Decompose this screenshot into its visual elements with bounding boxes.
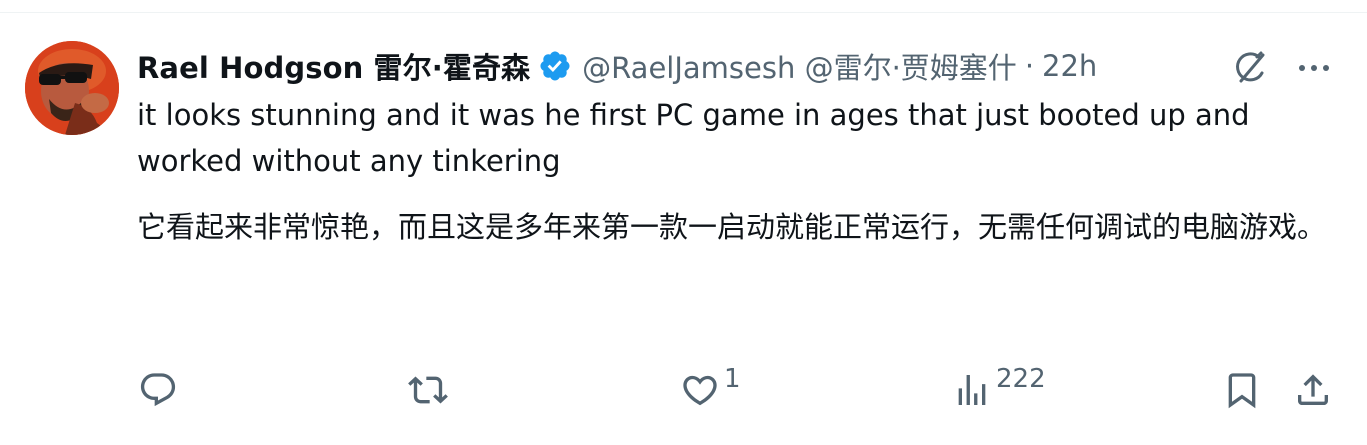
retweet-button[interactable] — [408, 370, 452, 410]
share-button[interactable] — [1293, 370, 1333, 410]
handle[interactable]: @RaelJamsesh @雷尔·贾姆塞什 — [582, 45, 1017, 87]
grok-icon[interactable] — [1229, 46, 1273, 90]
verified-badge-icon — [538, 49, 572, 83]
tweet-text-chinese: 它看起来非常惊艳，而且这是多年来第一款一启动就能正常运行，无需任何调试的电脑游戏… — [137, 210, 1327, 244]
avatar[interactable] — [25, 41, 119, 135]
like-count: 1 — [724, 364, 741, 394]
reply-button[interactable] — [138, 370, 182, 410]
bookmark-icon — [1228, 373, 1256, 409]
avatar-image — [25, 41, 119, 135]
top-divider — [0, 12, 1367, 13]
reply-icon — [140, 373, 176, 407]
tweet-text-english: it looks stunning and it was he first PC… — [137, 98, 1250, 178]
separator-dot: · — [1024, 49, 1035, 83]
bookmark-button[interactable] — [1222, 370, 1262, 410]
views-count: 222 — [996, 364, 1046, 394]
timestamp[interactable]: 22h — [1042, 49, 1097, 83]
action-bar: 1 222 — [0, 362, 1367, 422]
like-button[interactable]: 1 — [680, 364, 741, 410]
views-icon — [958, 375, 986, 405]
tweet-header: Rael Hodgson 雷尔·霍奇森 @RaelJamsesh @雷尔·贾姆塞… — [137, 44, 1097, 88]
display-name[interactable]: Rael Hodgson 雷尔·霍奇森 — [137, 45, 530, 87]
more-icon[interactable] — [1292, 46, 1336, 90]
heart-icon — [683, 375, 717, 406]
views-button[interactable]: 222 — [952, 364, 1046, 410]
share-icon — [1298, 374, 1328, 405]
retweet-icon — [408, 376, 448, 404]
